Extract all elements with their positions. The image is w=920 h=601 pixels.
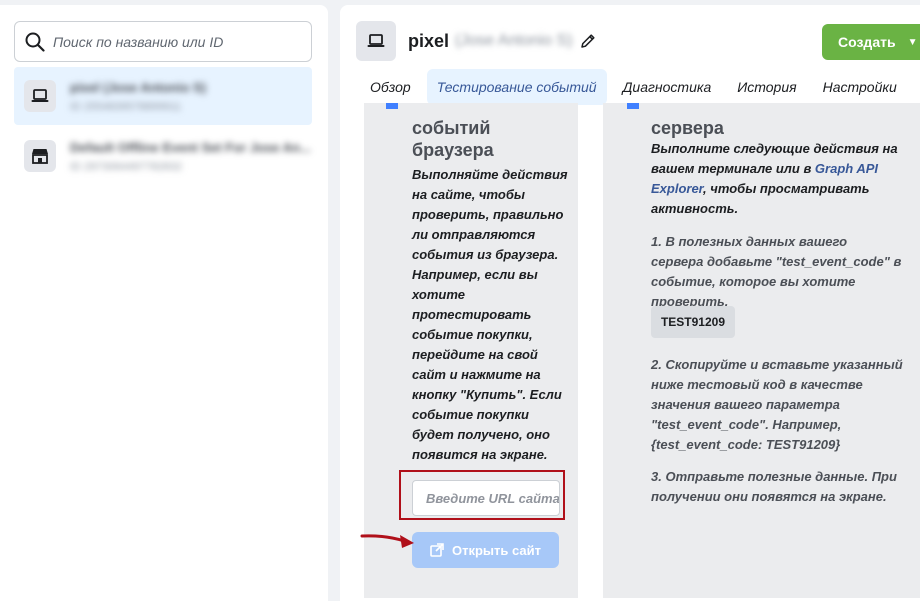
data-sources-sidebar: pixel (Jose Antonio S) ID 25548395788999… <box>0 5 328 601</box>
tab-label: Обзор <box>370 79 411 95</box>
sidebar-item-pixel[interactable]: pixel (Jose Antonio S) ID 25548395788999… <box>14 67 312 125</box>
create-button-label: Создать <box>838 34 896 50</box>
search-icon <box>25 32 45 52</box>
pencil-icon[interactable] <box>580 33 596 49</box>
test-code-badge[interactable]: TEST91209 <box>651 306 735 338</box>
open-site-button[interactable]: Открыть сайт <box>412 532 559 568</box>
sidebar-item-subtitle: ID 2973064497782832 <box>70 160 182 173</box>
main-panel: pixel (Jose Antonio S) Создать ▼ Обзор Т… <box>340 5 920 601</box>
tab-bar: Обзор Тестирование событий Диагностика И… <box>360 69 913 107</box>
pixel-name: pixel <box>408 30 450 51</box>
tab-settings[interactable]: Настройки <box>813 69 907 105</box>
open-site-label: Открыть сайт <box>452 542 541 558</box>
checkbox-icon <box>386 103 398 109</box>
search-input[interactable] <box>53 33 293 50</box>
search-box[interactable] <box>14 21 312 62</box>
tab-label: Тестирование событий <box>436 79 597 95</box>
laptop-icon <box>24 80 56 112</box>
laptop-icon <box>356 21 396 61</box>
caret-down-icon: ▼ <box>907 36 918 48</box>
sidebar-item-title: pixel (Jose Antonio S) <box>70 79 207 95</box>
browser-card-description: Выполняйте действия на сайте, чтобы пров… <box>412 167 568 462</box>
browser-card-title: событий браузера <box>412 118 494 160</box>
step-2-text: 2. Скопируйте и вставьте указанный ниже … <box>651 357 903 452</box>
sidebar-item-offline-set[interactable]: Default Offline Event Set For Jose An...… <box>14 127 312 185</box>
external-link-icon <box>430 543 444 557</box>
pixel-name-blurred: (Jose Antonio S) <box>455 32 573 49</box>
server-card-description: Выполните следующие действия на вашем те… <box>651 139 901 219</box>
tab-overview[interactable]: Обзор <box>360 69 421 105</box>
server-events-card: сервера Выполните следующие действия на … <box>603 103 920 598</box>
test-events-content: событий браузера Выполняйте действия на … <box>364 103 920 601</box>
tab-label: Диагностика <box>622 79 712 95</box>
sidebar-item-text: pixel (Jose Antonio S) ID 25548395788999… <box>70 80 206 113</box>
step-1-text: 1. В полезных данных вашего сервера доба… <box>651 234 902 309</box>
server-card-title: сервера <box>651 118 724 138</box>
tab-history[interactable]: История <box>727 69 806 105</box>
sidebar-item-text: Default Offline Event Set For Jose An...… <box>70 140 311 173</box>
sidebar-item-subtitle: ID 2554839578899911 <box>70 100 182 113</box>
tab-label: История <box>737 79 797 95</box>
tab-label: Настройки <box>822 79 897 95</box>
site-url-input[interactable] <box>412 480 560 516</box>
tab-diagnostics[interactable]: Диагностика <box>613 69 722 105</box>
pixel-header: pixel (Jose Antonio S) <box>356 21 596 61</box>
tab-test-events[interactable]: Тестирование событий <box>426 69 607 105</box>
annotation-arrow-icon <box>360 534 414 548</box>
store-icon <box>24 140 56 172</box>
checkbox-icon <box>627 103 639 109</box>
browser-events-card: событий браузера Выполняйте действия на … <box>364 103 578 598</box>
sidebar-item-title: Default Offline Event Set For Jose An... <box>70 139 311 155</box>
step-3-text: 3. Отправьте полезные данные. При получе… <box>651 469 897 504</box>
create-button[interactable]: Создать ▼ <box>822 24 920 60</box>
